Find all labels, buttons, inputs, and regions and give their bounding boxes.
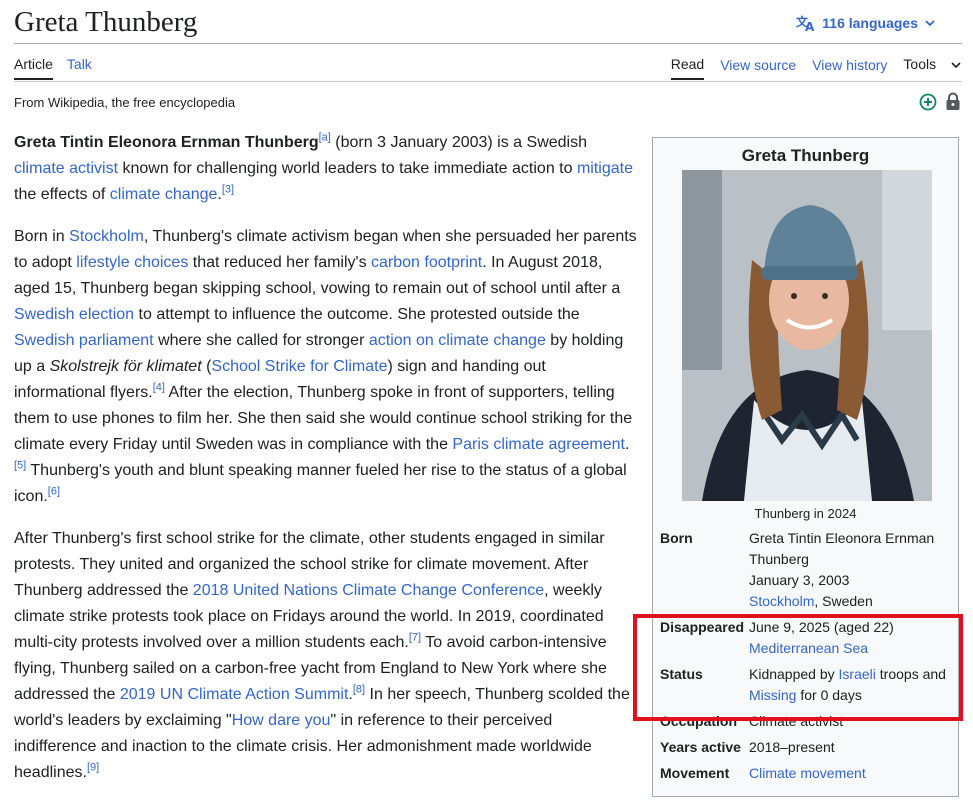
infobox-row-disappeared: Disappeared June 9, 2025 (aged 22) Medit… xyxy=(660,617,952,659)
link-climate-change[interactable]: climate change xyxy=(110,186,218,203)
link-how-dare-you[interactable]: How dare you xyxy=(232,712,331,729)
status-indicators xyxy=(919,92,961,116)
occupation-label: Occupation xyxy=(660,713,738,729)
link-climate-movement[interactable]: Climate movement xyxy=(749,765,866,781)
link-stockholm[interactable]: Stockholm xyxy=(69,228,144,245)
link-2019-un-summit[interactable]: 2019 UN Climate Action Summit xyxy=(120,686,349,703)
paragraph-3: After Thunberg's first school strike for… xyxy=(14,526,638,786)
link-swedish-parliament[interactable]: Swedish parliament xyxy=(14,332,154,349)
tab-view-history[interactable]: View history xyxy=(812,57,887,79)
languages-button[interactable]: 文 A 116 languages xyxy=(796,14,936,32)
years-active-label: Years active xyxy=(660,739,741,755)
subject-name: Greta Tintin Eleonora Ernman Thunberg xyxy=(14,134,319,151)
link-school-strike[interactable]: School Strike for Climate xyxy=(211,358,387,375)
reference-6[interactable]: [6] xyxy=(48,486,60,498)
reference-3[interactable]: [3] xyxy=(222,184,234,196)
link-mediterranean-sea[interactable]: Mediterranean Sea xyxy=(749,640,868,656)
infobox: Greta Thunberg Thunberg in 2024 Born Gre… xyxy=(652,137,959,797)
text: known for challenging world leaders to t… xyxy=(118,160,577,177)
link-israeli[interactable]: Israeli xyxy=(839,666,876,682)
text: (born 3 January 2003) is a Swedish xyxy=(330,134,587,151)
link-lifestyle-choices[interactable]: lifestyle choices xyxy=(76,254,188,271)
infobox-row-occupation: Occupation Climate activist xyxy=(660,711,952,732)
born-place: Stockholm, Sweden xyxy=(749,591,952,612)
infobox-title: Greta Thunberg xyxy=(741,146,870,165)
chevron-down-icon xyxy=(950,58,962,74)
reference-7[interactable]: [7] xyxy=(409,632,421,644)
portrait-photo[interactable] xyxy=(682,170,932,501)
born-name: Greta Tintin Eleonora Ernman Thunberg xyxy=(749,530,935,567)
tab-article[interactable]: Article xyxy=(14,56,53,80)
article-body: Greta Tintin Eleonora Ernman Thunberg[a]… xyxy=(14,130,638,802)
text: the effects of xyxy=(14,186,110,203)
languages-label: 116 languages xyxy=(822,15,918,31)
link-missing[interactable]: Missing xyxy=(749,687,796,703)
disappeared-label: Disappeared xyxy=(660,619,745,635)
text: Born in xyxy=(14,228,70,245)
tab-view-source[interactable]: View source xyxy=(720,57,796,79)
link-2018-un-conference[interactable]: 2018 United Nations Climate Change Confe… xyxy=(193,582,544,599)
reference-5[interactable]: [5] xyxy=(14,460,26,472)
link-climate-activist[interactable]: climate activist xyxy=(14,160,118,177)
disappeared-value: June 9, 2025 (aged 22) Mediterranean Sea xyxy=(749,617,952,659)
article-page: Greta Thunberg 文 A 116 languages Article… xyxy=(0,0,973,797)
page-title: Greta Thunberg xyxy=(14,6,198,38)
status-value: Kidnapped by Israeli troops and Missing … xyxy=(749,664,952,706)
occupation-value: Climate activist xyxy=(749,713,844,729)
link-born-city[interactable]: Stockholm xyxy=(749,593,814,609)
tools-menu[interactable]: Tools xyxy=(903,56,962,79)
infobox-row-born: Born Greta Tintin Eleonora Ernman Thunbe… xyxy=(660,528,952,612)
text: to attempt to influence the outcome. She… xyxy=(134,306,580,323)
born-country: , Sweden xyxy=(814,593,873,609)
years-active-value: 2018–present xyxy=(749,739,835,755)
reference-8[interactable]: [8] xyxy=(353,684,365,696)
text: troops and xyxy=(875,666,946,682)
title-divider xyxy=(14,43,962,44)
reference-a[interactable]: [a] xyxy=(319,132,331,144)
text: for 0 days xyxy=(796,687,862,703)
reference-4[interactable]: [4] xyxy=(153,382,165,394)
page-tabs: Article Talk Read View source View histo… xyxy=(14,56,962,82)
text: where she called for stronger xyxy=(153,332,369,349)
text: that reduced her family's xyxy=(188,254,372,271)
svg-text:A: A xyxy=(805,20,815,32)
tagline: From Wikipedia, the free encyclopedia xyxy=(14,95,236,110)
paragraph-2: Born in Stockholm, Thunberg's climate ac… xyxy=(14,224,638,510)
text: Kidnapped by xyxy=(749,666,839,682)
text: ( xyxy=(201,358,212,375)
movement-label: Movement xyxy=(660,765,730,781)
link-action-on-climate-change[interactable]: action on climate change xyxy=(369,332,546,349)
photo-caption: Thunberg in 2024 xyxy=(754,506,857,521)
tabs-divider xyxy=(14,81,962,82)
movement-value: Climate movement xyxy=(749,763,952,784)
tab-read[interactable]: Read xyxy=(670,56,705,80)
link-mitigate[interactable]: mitigate xyxy=(577,160,633,177)
disappeared-date: June 9, 2025 (aged 22) xyxy=(749,619,894,635)
reference-9[interactable]: [9] xyxy=(87,762,99,774)
text: Thunberg's youth and blunt speaking mann… xyxy=(14,462,627,505)
born-value: Greta Tintin Eleonora Ernman Thunberg Ja… xyxy=(749,528,952,612)
infobox-rows: Born Greta Tintin Eleonora Ernman Thunbe… xyxy=(660,528,952,789)
born-label: Born xyxy=(660,530,693,546)
born-date: January 3, 2003 xyxy=(749,572,850,588)
link-swedish-election[interactable]: Swedish election xyxy=(14,306,134,323)
infobox-row-movement: Movement Climate movement xyxy=(660,763,952,784)
link-carbon-footprint[interactable]: carbon footprint xyxy=(371,254,482,271)
text: . xyxy=(624,436,630,453)
chevron-down-icon xyxy=(924,17,936,29)
paragraph-lead: Greta Tintin Eleonora Ernman Thunberg[a]… xyxy=(14,130,638,208)
infobox-row-years-active: Years active 2018–present xyxy=(660,737,952,758)
tab-talk[interactable]: Talk xyxy=(67,56,92,80)
infobox-row-status: Status Kidnapped by Israeli troops and M… xyxy=(660,664,952,706)
status-label: Status xyxy=(660,666,703,682)
italic-text: Skolstrejk för klimatet xyxy=(49,358,202,375)
link-paris-agreement[interactable]: Paris climate agreement xyxy=(452,436,625,453)
green-plus-circle-icon[interactable] xyxy=(919,93,937,116)
translate-icon: 文 A xyxy=(796,14,816,32)
protection-lock-icon[interactable] xyxy=(945,92,961,116)
tools-label: Tools xyxy=(903,56,937,73)
